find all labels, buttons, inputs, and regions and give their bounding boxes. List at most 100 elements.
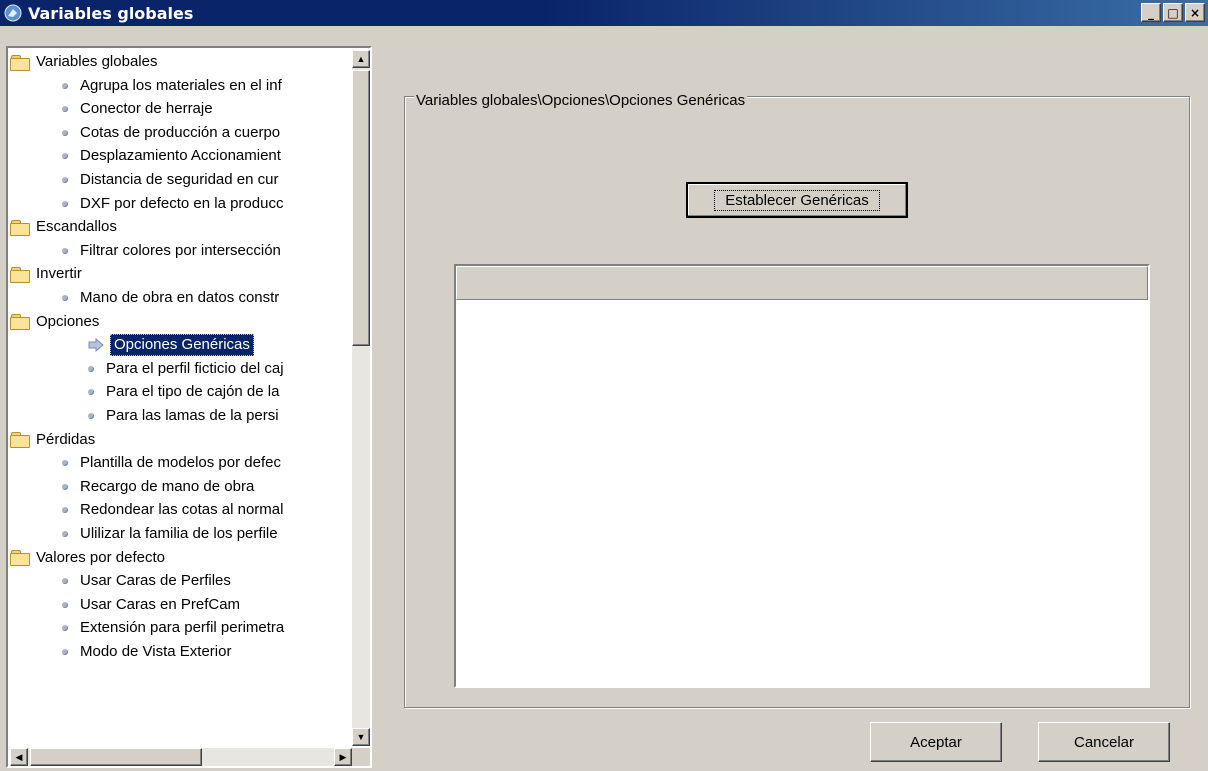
tree-item[interactable]: Distancia de seguridad en cur <box>62 169 278 191</box>
tree-item-label: Opciones Genéricas <box>110 334 254 357</box>
tree-item-label: Extensión para perfil perimetra <box>80 619 285 637</box>
accept-button[interactable]: Aceptar <box>870 722 1002 762</box>
tree-item[interactable]: Plantilla de modelos por defec <box>62 452 281 474</box>
scroll-left-button[interactable]: ◀ <box>10 748 28 766</box>
bullet-icon <box>62 601 68 608</box>
tree-item[interactable]: Cotas de producción a cuerpo <box>62 122 280 144</box>
bullet-icon <box>88 413 94 419</box>
bullet-icon <box>62 200 68 207</box>
tree-item-label: Usar Caras de Perfiles <box>80 572 231 590</box>
tree-item-label: Cotas de producción a cuerpo <box>80 123 281 141</box>
bullet-icon <box>62 129 68 136</box>
tree-folder[interactable]: Invertir <box>10 263 82 285</box>
folder-icon <box>10 266 30 283</box>
tree-item[interactable]: Modo de Vista Exterior <box>62 641 231 663</box>
tree-item[interactable]: Para el perfil ficticio del caj <box>88 358 284 380</box>
tree-item-label: DXF por defecto en la producc <box>80 194 284 212</box>
tree-item-label: Modo de Vista Exterior <box>80 643 232 660</box>
tree-folder[interactable]: Opciones <box>10 311 99 333</box>
tree-item-label: Distancia de seguridad en cur <box>80 171 279 188</box>
tree-item[interactable]: Agrupa los materiales en el inf <box>62 75 282 97</box>
tree-item-label: Ulilizar la familia de los perfile <box>80 525 278 542</box>
folder-icon <box>10 314 30 331</box>
tree-item-label: Pérdidas <box>36 430 96 448</box>
tree-item[interactable]: Usar Caras en PrefCam <box>62 594 240 616</box>
tree-item[interactable]: Recargo de mano de obra <box>62 476 254 498</box>
tree-view[interactable]: Variables globales Agrupa los materiales … <box>6 46 372 768</box>
bullet-icon <box>62 82 68 89</box>
arrow-right-icon <box>88 338 104 353</box>
cancel-button[interactable]: Cancelar <box>1038 722 1170 762</box>
vertical-scroll-thumb[interactable] <box>352 70 370 346</box>
bullet-icon <box>62 153 68 160</box>
horizontal-scroll-thumb[interactable] <box>30 748 202 766</box>
tree-item[interactable]: Para el tipo de cajón de la <box>88 381 279 403</box>
set-generic-label: Establecer Genéricas <box>714 189 880 211</box>
tree-item-label: Recargo de mano de obra <box>80 477 255 495</box>
tree-item-label: Usar Caras en PrefCam <box>80 595 241 613</box>
tree-item-label: Agrupa los materiales en el inf <box>80 76 282 94</box>
tree-folder[interactable]: Valores por defecto <box>10 547 165 569</box>
bullet-icon <box>62 483 68 490</box>
tree-item-label: Para las lamas de la persi <box>106 407 279 424</box>
window-controls: _ □ × <box>1141 3 1205 22</box>
bullet-icon <box>62 625 68 632</box>
set-generic-button[interactable]: Establecer Genéricas <box>686 182 908 218</box>
tree-item-label: Para el perfil ficticio del caj <box>106 359 284 377</box>
bullet-icon <box>62 247 68 254</box>
accept-label: Aceptar <box>910 733 962 751</box>
maximize-icon: □ <box>1167 5 1179 20</box>
tree-item[interactable]: DXF por defecto en la producc <box>62 193 283 215</box>
bullet-icon <box>62 531 68 537</box>
tree-item[interactable]: Opciones Genéricas <box>88 334 254 357</box>
window-title: Variables globales <box>28 3 194 23</box>
tree-item[interactable]: Redondear las cotas al normal <box>62 499 283 521</box>
horizontal-scrollbar[interactable]: ◀ ▶ <box>10 748 352 766</box>
tree-item[interactable]: Extensión para perfil perimetra <box>62 617 284 639</box>
tree-item-label: Para el tipo de cajón de la <box>106 383 280 401</box>
minimize-button[interactable]: _ <box>1141 3 1161 22</box>
tree-item-label: Valores por defecto <box>36 548 165 566</box>
tree-item[interactable]: Usar Caras de Perfiles <box>62 570 231 592</box>
bullet-icon <box>62 649 68 655</box>
triangle-left-icon: ◀ <box>15 751 23 762</box>
triangle-right-icon: ▶ <box>339 751 347 762</box>
tree-item-label: Redondear las cotas al normal <box>80 501 284 519</box>
bullet-icon <box>62 578 68 585</box>
tree-item[interactable]: Ulilizar la familia de los perfile <box>62 523 278 545</box>
folder-icon <box>10 219 30 236</box>
close-button[interactable]: × <box>1185 3 1205 22</box>
vertical-scrollbar[interactable]: ▲ ▼ <box>352 50 370 746</box>
tree-item[interactable]: Mano de obra en datos constr <box>62 287 279 309</box>
folder-icon <box>10 432 30 449</box>
bullet-icon <box>62 295 68 301</box>
tree-item[interactable]: Desplazamiento Accionamient <box>62 145 281 167</box>
tree-folder[interactable]: Pérdidas <box>10 429 95 451</box>
title-bar[interactable]: Variables globales _ □ × <box>0 0 1208 26</box>
bullet-icon <box>62 507 68 514</box>
bullet-icon <box>88 365 94 372</box>
tree-folder[interactable]: Escandallos <box>10 216 117 238</box>
tree-item-label: Variables globales <box>36 53 158 70</box>
tree-item[interactable]: Conector de herraje <box>62 98 213 120</box>
app-icon <box>4 4 22 22</box>
scroll-right-button[interactable]: ▶ <box>334 748 352 766</box>
triangle-up-icon: ▲ <box>356 54 366 64</box>
close-icon: × <box>1189 5 1201 20</box>
scroll-corner <box>352 748 370 766</box>
scroll-up-button[interactable]: ▲ <box>352 50 370 68</box>
maximize-button[interactable]: □ <box>1163 3 1183 22</box>
tree-item-label: Filtrar colores por intersección <box>80 241 281 259</box>
generic-values-list[interactable] <box>454 264 1150 688</box>
tree-item[interactable]: Para las lamas de la persi <box>88 405 279 427</box>
tree-item[interactable]: Filtrar colores por intersección <box>62 240 281 262</box>
tree-item-label: Mano de obra en datos constr <box>80 289 280 306</box>
tree-item-label: Conector de herraje <box>80 100 213 118</box>
scroll-down-button[interactable]: ▼ <box>352 728 370 746</box>
bullet-icon <box>62 106 68 113</box>
tree-folder[interactable]: Variables globales <box>10 51 157 73</box>
bullet-icon <box>62 177 68 183</box>
list-column-header[interactable] <box>456 266 1148 300</box>
tree-item-label: Invertir <box>36 265 82 283</box>
tree-item-label: Escandallos <box>36 218 117 236</box>
